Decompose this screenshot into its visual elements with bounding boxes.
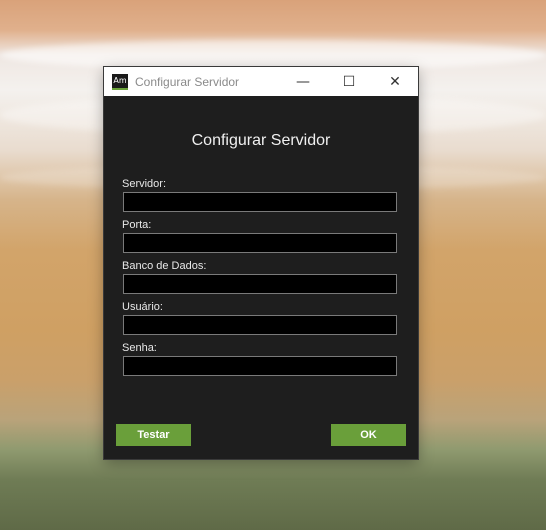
window-title: Configurar Servidor <box>135 74 240 89</box>
servidor-label: Servidor: <box>122 178 167 190</box>
banco-de-dados-input[interactable] <box>123 274 397 294</box>
usuario-input[interactable] <box>123 315 397 335</box>
close-button[interactable]: ✕ <box>372 67 418 96</box>
dialog-content: Configurar Servidor Servidor: Porta: Ban… <box>104 96 418 459</box>
ok-button[interactable]: OK <box>331 424 406 446</box>
app-icon: Am <box>112 73 128 90</box>
testar-button[interactable]: Testar <box>116 424 191 446</box>
senha-input[interactable] <box>123 356 397 376</box>
background-wave <box>0 40 546 70</box>
banco-de-dados-label: Banco de Dados: <box>122 260 207 272</box>
senha-label: Senha: <box>122 342 157 354</box>
servidor-input[interactable] <box>123 192 397 212</box>
maximize-button[interactable]: ☐ <box>326 67 372 96</box>
minimize-button[interactable]: — <box>280 67 326 96</box>
window-controls: — ☐ ✕ <box>280 67 418 96</box>
dialog-heading: Configurar Servidor <box>191 132 331 149</box>
usuario-label: Usuário: <box>122 301 163 313</box>
porta-label: Porta: <box>122 219 152 231</box>
title-bar[interactable]: Am Configurar Servidor — ☐ ✕ <box>104 67 418 96</box>
configurar-servidor-window: Am Configurar Servidor — ☐ ✕ Configurar … <box>104 67 418 459</box>
porta-input[interactable] <box>123 233 397 253</box>
